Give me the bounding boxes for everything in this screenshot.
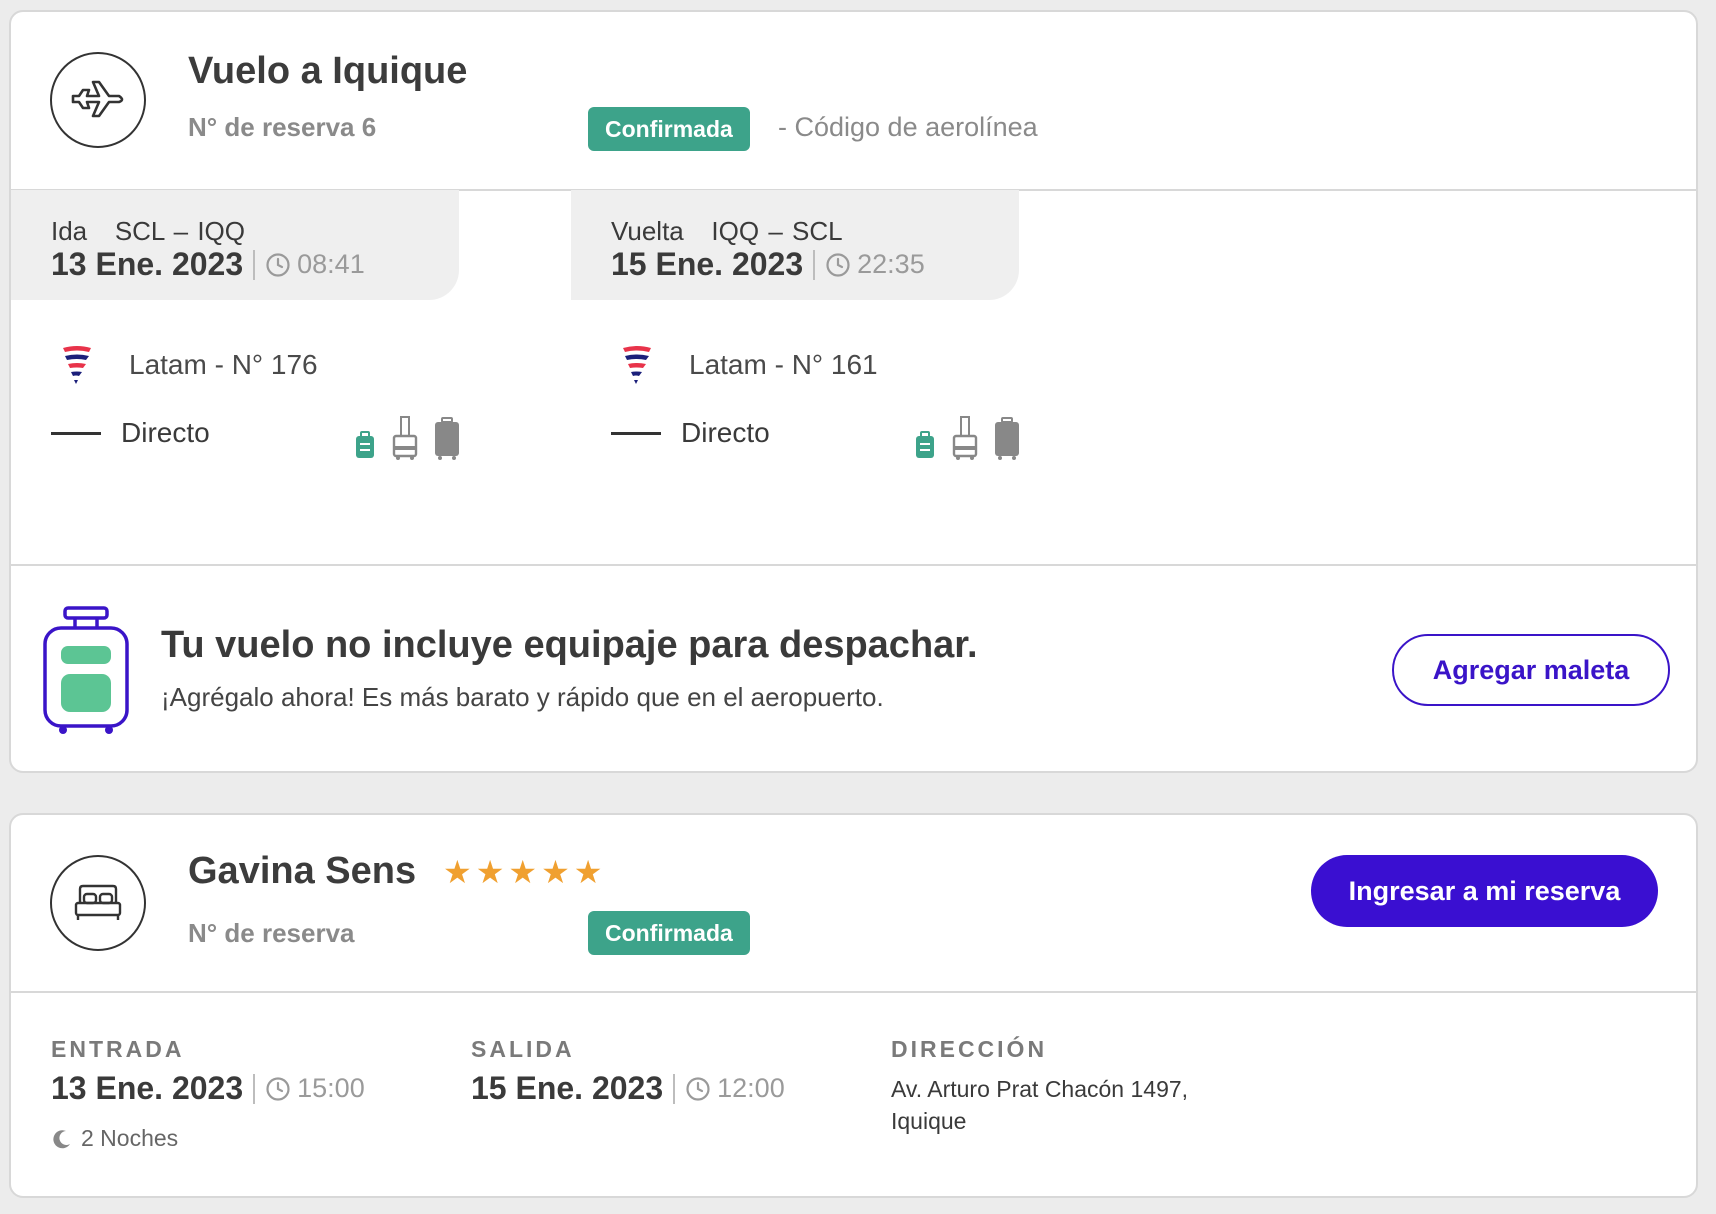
address-line-2: Iquique — [891, 1108, 967, 1134]
checkin-datetime: 13 Ene. 2023 15:00 — [51, 1070, 365, 1107]
hotel-status-badge: Confirmada — [588, 911, 750, 955]
hotel-star-rating: ★★★★★ — [443, 854, 607, 890]
carry-on-icon — [392, 416, 418, 460]
leg-outbound-baggage — [353, 416, 461, 460]
checkout-time: 12:00 — [717, 1073, 785, 1103]
nights-text: 2 Noches — [81, 1125, 179, 1151]
leg-time: 22:35 — [857, 249, 925, 279]
leg-route: Ida SCL – IQQ — [51, 216, 246, 246]
moon-icon — [53, 1129, 70, 1148]
leg-route: Vuelta IQQ – SCL — [611, 216, 843, 246]
leg-return-stops: Directo — [611, 417, 770, 449]
leg-date: 13 Ene. 2023 — [51, 246, 244, 282]
stops-text: Directo — [681, 417, 770, 448]
address-label: DIRECCIÓN — [891, 1036, 1048, 1062]
leg-airline-text: Latam - N° 176 — [129, 349, 318, 380]
checked-bag-icon — [995, 417, 1019, 460]
flight-card: Vuelo a Iquique N° de reserva 6 Confirma… — [9, 10, 1698, 773]
checkin-date: 13 Ene. 2023 — [51, 1070, 244, 1106]
latam-logo-icon — [63, 346, 91, 384]
hotel-name: Gavina Sens — [188, 850, 417, 892]
checkout-datetime: 15 Ene. 2023 12:00 — [471, 1070, 785, 1107]
personal-item-icon — [356, 431, 374, 458]
clock-icon — [265, 1076, 291, 1102]
leg-datetime: 13 Ene. 2023 08:41 — [51, 246, 365, 283]
personal-item-icon — [916, 431, 934, 458]
clock-icon — [685, 1076, 711, 1102]
stops-text: Directo — [121, 417, 210, 448]
flight-reservation-number: N° de reserva 6 — [188, 112, 377, 142]
hotel-reservation-number: N° de reserva — [188, 918, 355, 948]
airplane-icon — [71, 80, 124, 118]
open-reservation-button[interactable]: Ingresar a mi reserva — [1311, 855, 1658, 927]
checked-bag-icon — [435, 417, 459, 460]
leg-airline-text: Latam - N° 161 — [689, 349, 878, 380]
leg-outbound-stops: Directo — [51, 417, 210, 449]
latam-logo-icon — [623, 346, 651, 384]
hotel-address: Av. Arturo Prat Chacón 1497, Iquique — [891, 1073, 1188, 1137]
separator — [253, 1073, 256, 1104]
suitcase-icon — [43, 606, 129, 734]
flight-status-badge: Confirmada — [588, 107, 750, 151]
leg-return-tab: Vuelta IQQ – SCL 15 Ene. 2023 22:35 — [571, 190, 1019, 300]
bed-icon — [74, 884, 122, 920]
airplane-icon-circle — [50, 52, 146, 148]
leg-outbound-airline: Latam - N° 176 — [59, 342, 318, 388]
separator — [813, 249, 816, 280]
separator — [673, 1073, 676, 1104]
bed-icon-circle — [50, 855, 146, 951]
checkin-time: 15:00 — [297, 1073, 365, 1103]
separator — [253, 249, 256, 280]
carry-on-icon — [952, 416, 978, 460]
checkout-label: SALIDA — [471, 1036, 575, 1062]
nights-count: 2 Noches — [51, 1125, 178, 1152]
clock-icon — [265, 252, 291, 278]
address-line-1: Av. Arturo Prat Chacón 1497, — [891, 1076, 1189, 1102]
stops-dash — [51, 431, 101, 435]
leg-date: 15 Ene. 2023 — [611, 246, 804, 282]
baggage-banner-title: Tu vuelo no incluye equipaje para despac… — [161, 624, 978, 666]
stops-dash — [611, 431, 661, 435]
hotel-header-divider — [11, 991, 1696, 993]
flight-title: Vuelo a Iquique — [188, 50, 468, 92]
leg-time: 08:41 — [297, 249, 365, 279]
leg-return-baggage — [913, 416, 1021, 460]
leg-datetime: 15 Ene. 2023 22:35 — [611, 246, 925, 283]
checkin-label: ENTRADA — [51, 1036, 185, 1062]
hotel-card: Gavina Sens ★★★★★ N° de reserva Confirma… — [9, 813, 1698, 1198]
airline-code-label: - Código de aerolínea — [778, 112, 1038, 142]
baggage-divider — [11, 564, 1696, 566]
add-baggage-button[interactable]: Agregar maleta — [1392, 634, 1670, 706]
leg-return-airline: Latam - N° 161 — [619, 342, 878, 388]
baggage-banner-subtitle: ¡Agrégalo ahora! Es más barato y rápido … — [161, 682, 884, 712]
leg-outbound-tab: Ida SCL – IQQ 13 Ene. 2023 08:41 — [11, 190, 459, 300]
checkout-date: 15 Ene. 2023 — [471, 1070, 664, 1106]
clock-icon — [825, 252, 851, 278]
